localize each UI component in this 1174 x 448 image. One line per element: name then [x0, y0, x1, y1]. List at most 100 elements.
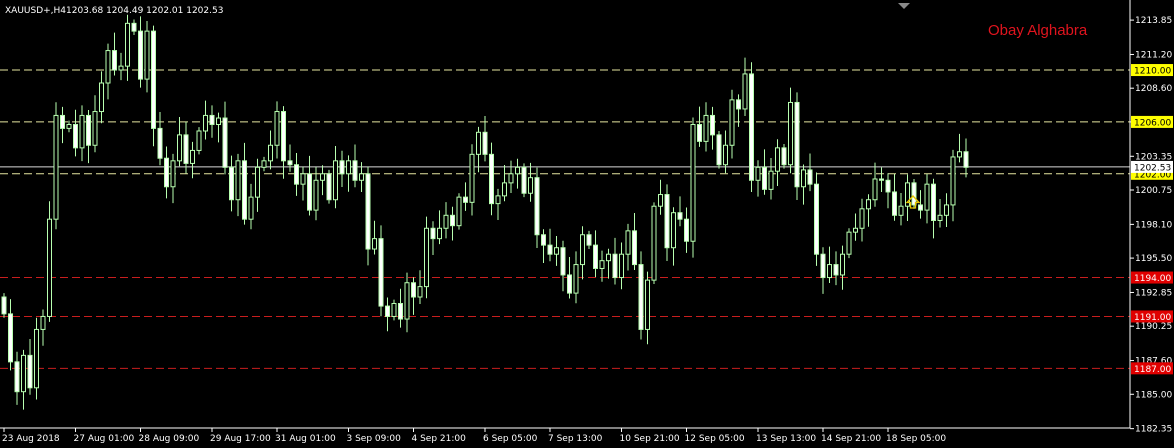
- x-tick-label: 12 Sep 05:00: [685, 434, 745, 444]
- candle-body: [742, 73, 748, 110]
- x-tick-label: 29 Aug 17:00: [210, 434, 271, 444]
- candle-body: [456, 196, 462, 227]
- x-tick-label: 18 Sep 05:00: [886, 434, 946, 444]
- y-tick-label: 1203.35: [1135, 152, 1172, 162]
- y-tick-label: 1200.75: [1135, 186, 1172, 196]
- candle-body: [547, 244, 553, 255]
- candle: [47, 201, 52, 322]
- candle-body: [352, 160, 358, 181]
- candle-body: [794, 101, 800, 188]
- candle-body: [781, 147, 787, 166]
- symbol-label: XAUUSD+,H4: [5, 6, 66, 16]
- candle-body: [931, 183, 936, 221]
- candle-body: [326, 173, 332, 201]
- candle-body: [801, 169, 806, 188]
- candle-body: [339, 160, 345, 175]
- candle: [794, 92, 800, 200]
- candle: [151, 25, 156, 147]
- candle-body: [664, 194, 670, 249]
- candle-body: [112, 50, 117, 71]
- candle: [716, 130, 722, 169]
- candle-body: [391, 302, 397, 317]
- candle-body: [40, 315, 46, 330]
- y-tick-label: 1213.85: [1135, 16, 1172, 26]
- current-price-label: 1202.53: [1131, 160, 1173, 173]
- candle-body: [521, 166, 527, 194]
- svg-text:1191.00: 1191.00: [1134, 313, 1171, 323]
- candle: [749, 62, 754, 192]
- candle-body: [144, 30, 150, 80]
- candle-body: [320, 173, 325, 181]
- candle-body: [560, 247, 566, 276]
- candle-body: [762, 166, 767, 190]
- candle-body: [404, 282, 410, 320]
- candle-body: [79, 114, 85, 149]
- candle: [651, 202, 657, 285]
- candle-body: [690, 124, 696, 242]
- candle-body: [14, 361, 20, 393]
- candle-body: [892, 191, 897, 216]
- candle-body: [885, 179, 891, 193]
- candle-body: [21, 354, 26, 393]
- candle-body: [606, 253, 611, 262]
- candle-body: [723, 144, 728, 166]
- candle-body: [450, 214, 455, 227]
- x-tick-label: 3 Sep 09:00: [347, 434, 402, 444]
- candle-body: [586, 234, 592, 246]
- candle-body: [203, 114, 208, 132]
- candle-body: [554, 247, 559, 255]
- candle-body: [950, 156, 956, 206]
- candle-body: [872, 178, 878, 201]
- candle-body: [879, 178, 884, 181]
- candle: [196, 127, 202, 155]
- candle-body: [749, 73, 754, 181]
- candle-body: [170, 160, 176, 188]
- candle-body: [820, 253, 826, 279]
- candle-body: [86, 114, 91, 146]
- candle-body: [918, 204, 923, 211]
- candle: [424, 216, 429, 299]
- candle-body: [443, 214, 449, 229]
- candle-body: [125, 22, 130, 67]
- x-tick-label: 6 Sep 05:00: [483, 434, 538, 444]
- candle-body: [768, 170, 774, 190]
- candle-body: [645, 279, 650, 330]
- candle-body: [924, 183, 930, 211]
- candle-body: [788, 101, 793, 166]
- x-tick-label: 7 Sep 13:00: [548, 434, 603, 444]
- candle-body: [411, 282, 416, 298]
- svg-text:1202.53: 1202.53: [1134, 163, 1171, 173]
- candle-body: [632, 230, 637, 266]
- x-tick-label: 23 Aug 2018: [2, 434, 60, 444]
- candle-body: [651, 205, 657, 281]
- candle-body: [73, 124, 78, 149]
- candle-body: [534, 177, 540, 236]
- candle-body: [807, 169, 813, 185]
- candle-body: [216, 117, 221, 126]
- svg-text:1187.00: 1187.00: [1134, 365, 1171, 375]
- candle-body: [372, 238, 377, 250]
- level-label-1210.00: 1210.00: [1131, 64, 1173, 77]
- svg-text:1194.00: 1194.00: [1134, 274, 1171, 284]
- candle-body: [508, 173, 514, 184]
- candle-body: [274, 111, 280, 146]
- x-tick-label: 27 Aug 01:00: [74, 434, 135, 444]
- candle-body: [898, 205, 904, 216]
- price-chart[interactable]: 1213.85 1211.20 1208.60 1206.00 1203.35 1200.…: [0, 0, 1174, 448]
- candle-body: [684, 218, 689, 242]
- svg-text:1210.00: 1210.00: [1134, 67, 1171, 77]
- candle-body: [489, 153, 494, 205]
- candle-body: [755, 166, 761, 181]
- x-tick-label: 31 Aug 01:00: [275, 434, 336, 444]
- candle-body: [47, 218, 52, 317]
- candle: [378, 225, 384, 317]
- x-tick-label: 10 Sep 21:00: [620, 434, 680, 444]
- candle-body: [281, 111, 286, 162]
- candle-body: [190, 149, 195, 164]
- y-tick-label: 1192.85: [1135, 288, 1172, 298]
- candle-body: [729, 99, 735, 146]
- level-label-1194.00: 1194.00: [1131, 271, 1173, 284]
- y-tick-label: 1198.10: [1135, 220, 1172, 230]
- candle-body: [846, 231, 852, 255]
- candle-body: [313, 179, 319, 211]
